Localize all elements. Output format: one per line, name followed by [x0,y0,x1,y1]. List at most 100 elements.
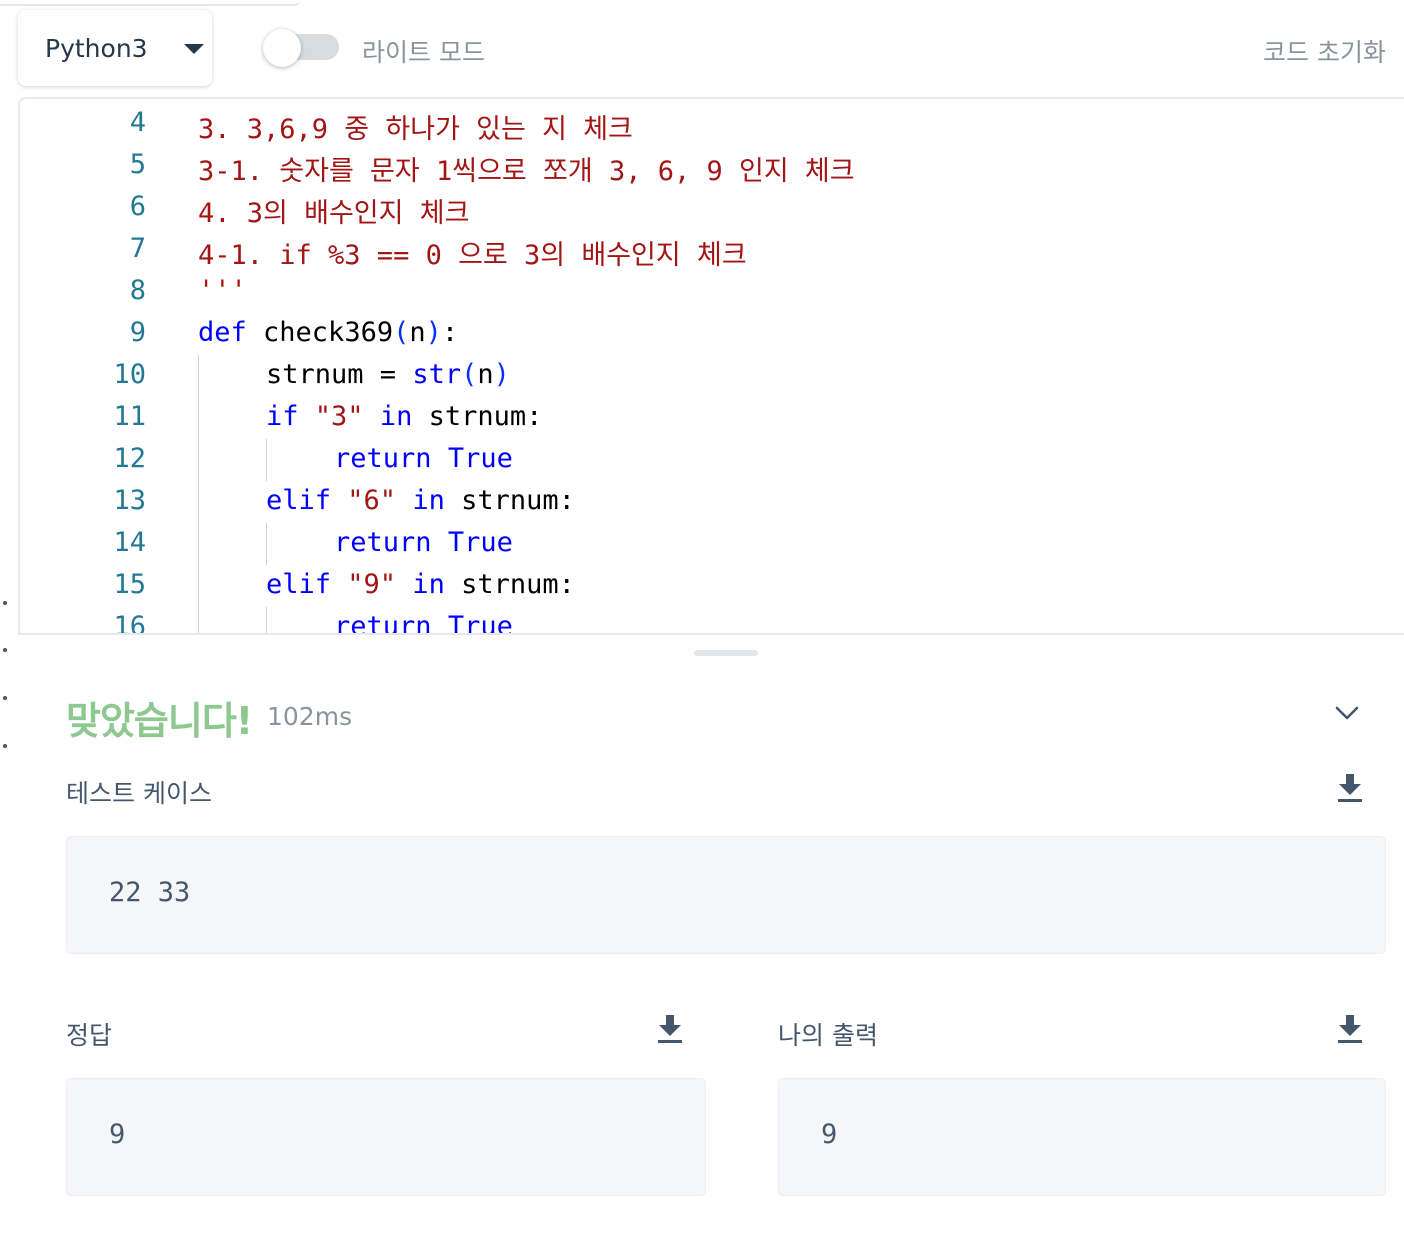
code-token: "9" [347,569,397,600]
code-line[interactable]: 6 4. 3의 배수인지 체크 [20,187,1404,229]
code-token: ) [425,317,442,348]
download-icon[interactable] [656,1013,684,1045]
indent-guide [198,565,199,607]
code-line[interactable]: 5 3-1. 숫자를 문자 1씩으로 쪼개 3, 6, 9 인지 체크 [20,145,1404,187]
code-token: in [379,401,413,432]
code-line[interactable]: 7 4-1. if %3 == 0 으로 3의 배수인지 체크 [20,229,1404,271]
code-token: strnum = [266,359,413,390]
code-text: 3. 3,6,9 중 하나가 있는 지 체크 [198,107,633,146]
answer-box: 9 [66,1078,706,1196]
testcase-box: 22 33 [66,836,1386,954]
code-token: str [412,359,462,390]
light-mode-toggle[interactable] [263,29,339,67]
code-token: elif [266,485,332,516]
code-line[interactable]: 9 def check369(n): [20,313,1404,355]
line-number: 9 [129,317,146,348]
indent-guide [198,523,199,565]
indent-guide [198,355,199,397]
code-token: strnum: [412,401,543,432]
testcase-value: 22 33 [109,877,191,908]
resize-handle[interactable] [694,650,758,656]
code-token: strnum: [444,485,575,516]
code-token: True [447,527,513,558]
code-token: in [412,485,445,516]
result-time: 102ms [267,702,353,731]
indent-guide [198,439,199,481]
line-number: 14 [113,527,146,558]
code-line[interactable]: 15 elif "9" in strnum: [20,565,1404,607]
code-text: if "3" in strnum: [266,401,542,432]
indent-guide [198,481,199,523]
code-token: True [447,611,513,634]
line-number: 12 [113,443,146,474]
code-text: strnum = str(n) [266,359,510,390]
code-token: strnum: [444,569,575,600]
code-token: check369 [246,317,394,348]
code-token: if [266,401,299,432]
dot-marker [3,744,7,748]
code-text: ''' [198,275,247,306]
my-output-label: 나의 출력 [778,1021,878,1050]
caret-down-icon [184,44,204,54]
code-token: elif [266,569,332,600]
code-line[interactable]: 13 elif "6" in strnum: [20,481,1404,523]
code-token: 4. 3의 배수인지 체크 [198,198,470,229]
language-select[interactable]: Python3 [18,10,212,86]
code-token: : [441,317,459,348]
line-number: 8 [129,275,146,306]
indent-guide [198,397,199,439]
code-line[interactable]: 4 3. 3,6,9 중 하나가 있는 지 체크 [20,103,1404,145]
code-text: 3-1. 숫자를 문자 1씩으로 쪼개 3, 6, 9 인지 체크 [198,149,855,188]
download-icon[interactable] [1336,1013,1364,1045]
code-line[interactable]: 11 if "3" in strnum: [20,397,1404,439]
line-number: 11 [113,401,146,432]
code-token: return [334,443,432,474]
result-status: 맞았습니다! [66,699,253,743]
code-line[interactable]: 12 return True [20,439,1404,481]
code-token: return [334,527,432,558]
code-line[interactable]: 10 strnum = str(n) [20,355,1404,397]
line-number: 15 [113,569,146,600]
code-text: 4-1. if %3 == 0 으로 3의 배수인지 체크 [198,233,747,272]
code-text: return True [334,611,513,634]
light-mode-label: 라이트 모드 [362,38,485,67]
code-token: True [447,443,513,474]
reset-code-button[interactable]: 코드 초기화 [1263,33,1386,69]
code-line[interactable]: 14 return True [20,523,1404,565]
code-token: ''' [198,275,247,306]
dot-marker [3,696,7,700]
code-editor-page: Python3 라이트 모드 코드 초기화 4 3. 3,6,9 중 하나가 있는… [0,0,1404,1234]
download-icon[interactable] [1336,772,1364,804]
code-token: n [477,359,494,390]
code-line[interactable]: 8 ''' [20,271,1404,313]
code-token: def [198,317,247,348]
indent-guide [198,607,199,634]
code-token: ) [493,359,510,390]
language-select-value: Python3 [45,33,148,63]
line-number: 7 [129,233,146,264]
code-editor[interactable]: 4 3. 3,6,9 중 하나가 있는 지 체크 5 3-1. 숫자를 문자 1씩으로… [18,97,1404,634]
editor-bottom-border [18,633,1404,635]
indent-guide [266,439,267,481]
answer-value: 9 [109,1119,126,1150]
code-line[interactable]: 16 return True [20,607,1404,634]
code-token: ( [393,317,410,348]
code-token: return [334,611,432,634]
code-text: def check369(n): [198,317,458,348]
code-text: elif "6" in strnum: [266,485,575,516]
code-token: in [412,569,445,600]
code-token: 3. 3,6,9 중 하나가 있는 지 체크 [198,114,633,145]
line-number: 13 [113,485,146,516]
line-number: 10 [113,359,146,390]
line-number: 4 [129,107,146,138]
code-text: 4. 3의 배수인지 체크 [198,191,469,230]
chevron-down-icon[interactable] [1334,700,1360,726]
code-text: return True [334,443,513,474]
